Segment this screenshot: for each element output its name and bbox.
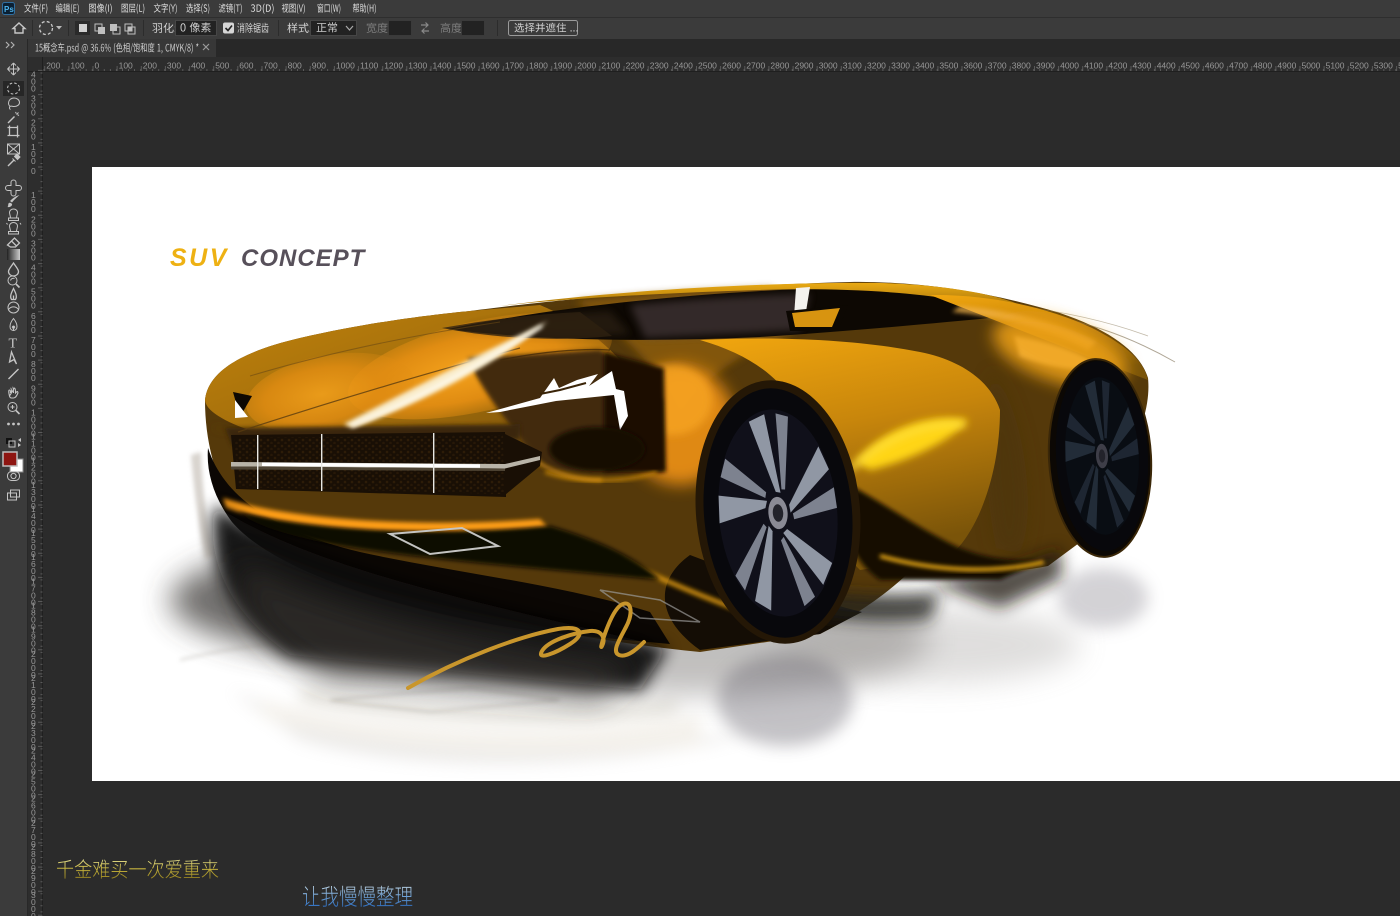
svg-text:4000: 4000 (1060, 61, 1079, 71)
svg-text:0: 0 (31, 397, 36, 407)
svg-text:3500: 3500 (939, 61, 958, 71)
svg-text:3700: 3700 (988, 61, 1007, 71)
svg-text:3800: 3800 (1012, 61, 1031, 71)
svg-text:2000: 2000 (577, 61, 596, 71)
svg-text:3600: 3600 (964, 61, 983, 71)
svg-text:200: 200 (143, 61, 157, 71)
svg-text:1600: 1600 (481, 61, 500, 71)
svg-text:4300: 4300 (1133, 61, 1152, 71)
svg-text:0: 0 (31, 204, 36, 214)
svg-text:500: 500 (215, 61, 229, 71)
svg-text:800: 800 (288, 61, 302, 71)
svg-text:3100: 3100 (843, 61, 862, 71)
svg-text:2700: 2700 (746, 61, 765, 71)
svg-text:0: 0 (31, 83, 36, 93)
svg-text:SUV: SUV (170, 244, 229, 272)
svg-text:0: 0 (31, 108, 36, 118)
svg-text:3000: 3000 (819, 61, 838, 71)
svg-text:4600: 4600 (1205, 61, 1224, 71)
svg-text:1700: 1700 (505, 61, 524, 71)
svg-text:0: 0 (95, 61, 100, 71)
svg-text:1800: 1800 (529, 61, 548, 71)
svg-text:1200: 1200 (384, 61, 403, 71)
svg-text:2600: 2600 (722, 61, 741, 71)
svg-text:1900: 1900 (553, 61, 572, 71)
svg-text:5200: 5200 (1350, 61, 1369, 71)
svg-text:4100: 4100 (1084, 61, 1103, 71)
svg-text:1400: 1400 (433, 61, 452, 71)
svg-text:4400: 4400 (1157, 61, 1176, 71)
svg-text:1300: 1300 (408, 61, 427, 71)
svg-text:3400: 3400 (915, 61, 934, 71)
svg-text:700: 700 (264, 61, 278, 71)
svg-text:0: 0 (31, 156, 36, 166)
svg-text:2200: 2200 (626, 61, 645, 71)
svg-text:4900: 4900 (1277, 61, 1296, 71)
svg-text:4200: 4200 (1108, 61, 1127, 71)
svg-text:100: 100 (119, 61, 133, 71)
svg-text:0: 0 (31, 166, 36, 176)
svg-text:600: 600 (239, 61, 253, 71)
svg-text:2800: 2800 (770, 61, 789, 71)
svg-text:4800: 4800 (1253, 61, 1272, 71)
svg-text:400: 400 (191, 61, 205, 71)
svg-text:0: 0 (31, 252, 36, 262)
svg-text:0: 0 (31, 301, 36, 311)
svg-text:3200: 3200 (867, 61, 886, 71)
svg-text:5300: 5300 (1374, 61, 1393, 71)
svg-text:0: 0 (31, 277, 36, 287)
svg-text:200: 200 (46, 61, 60, 71)
svg-text:T: T (9, 337, 18, 352)
svg-text:0: 0 (31, 228, 36, 238)
svg-text:3300: 3300 (891, 61, 910, 71)
svg-text:1000: 1000 (336, 61, 355, 71)
svg-text:0: 0 (31, 373, 36, 383)
svg-text:0: 0 (31, 349, 36, 359)
svg-text:3900: 3900 (1036, 61, 1055, 71)
svg-text:5000: 5000 (1302, 61, 1321, 71)
svg-text:100: 100 (70, 61, 84, 71)
svg-text:900: 900 (312, 61, 326, 71)
svg-text:2300: 2300 (650, 61, 669, 71)
svg-text:1500: 1500 (457, 61, 476, 71)
svg-text:300: 300 (167, 61, 181, 71)
svg-text:4700: 4700 (1229, 61, 1248, 71)
svg-text:1100: 1100 (360, 61, 379, 71)
svg-text:2900: 2900 (795, 61, 814, 71)
svg-text:Ps: Ps (4, 5, 14, 14)
svg-text:0: 0 (31, 132, 36, 142)
svg-text:CONCEPT: CONCEPT (241, 245, 367, 272)
svg-text:2500: 2500 (698, 61, 717, 71)
svg-text:2100: 2100 (601, 61, 620, 71)
svg-text:0: 0 (31, 325, 36, 335)
svg-text:5100: 5100 (1326, 61, 1345, 71)
svg-text:4500: 4500 (1181, 61, 1200, 71)
svg-text:2400: 2400 (674, 61, 693, 71)
